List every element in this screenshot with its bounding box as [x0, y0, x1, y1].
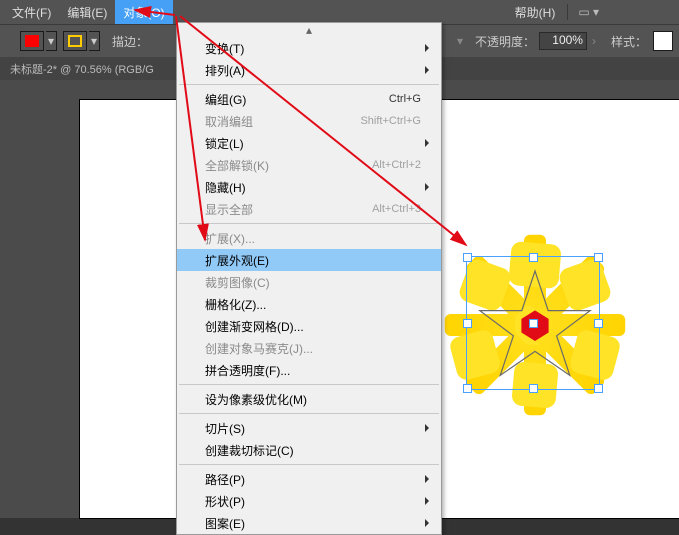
menu-item-label: 扩展外观(E)	[205, 252, 269, 269]
menu-item-label: 拼合透明度(F)...	[205, 362, 290, 379]
opacity-label: 不透明度：	[475, 33, 535, 50]
style-label: 样式：	[611, 33, 647, 50]
menu-item-label: 排列(A)	[205, 62, 245, 79]
menu-item-label: 切片(S)	[205, 420, 245, 437]
submenu-arrow-icon	[425, 497, 433, 505]
menu-item-label: 锁定(L)	[205, 135, 244, 152]
menu-item: 创建对象马赛克(J)...	[177, 337, 441, 359]
stroke-label: 描边：	[112, 33, 148, 50]
resize-handle[interactable]	[463, 384, 472, 393]
menu-item[interactable]: 变换(T)	[177, 37, 441, 59]
menu-shortcut: Shift+Ctrl+G	[360, 115, 421, 127]
menu-item[interactable]: 图案(E)	[177, 512, 441, 534]
menu-separator	[179, 464, 439, 465]
menu-item-label: 创建对象马赛克(J)...	[205, 340, 313, 357]
menu-item-label: 编组(G)	[205, 91, 246, 108]
chevron-right-icon[interactable]: ›	[589, 34, 599, 48]
resize-handle[interactable]	[529, 253, 538, 262]
menu-separator	[179, 223, 439, 224]
submenu-arrow-icon	[425, 44, 433, 52]
fill-swatch[interactable]	[20, 31, 44, 51]
menu-item[interactable]: 扩展外观(E)	[177, 249, 441, 271]
submenu-arrow-icon	[425, 139, 433, 147]
menubar: 文件(F) 编辑(E) 对象(O) 帮助(H) ▭ ▾	[0, 0, 679, 24]
menu-item-label: 扩展(X)...	[205, 230, 255, 247]
menu-item-label: 变换(T)	[205, 40, 244, 57]
menu-item[interactable]: 创建渐变网格(D)...	[177, 315, 441, 337]
menu-item: 全部解锁(K) Alt+Ctrl+2	[177, 154, 441, 176]
menu-item: 取消编组 Shift+Ctrl+G	[177, 110, 441, 132]
menu-separator	[179, 413, 439, 414]
workspace-switcher-icon[interactable]: ▭ ▾	[578, 5, 599, 19]
menu-item[interactable]: 栅格化(Z)...	[177, 293, 441, 315]
menu-edit[interactable]: 编辑(E)	[59, 0, 115, 24]
submenu-arrow-icon	[425, 66, 433, 74]
menu-item-label: 栅格化(Z)...	[205, 296, 266, 313]
object-menu-dropdown[interactable]: ▴ 变换(T) 排列(A) 编组(G) Ctrl+G 取消编组 Shift+Ctrl+G 锁定…	[176, 22, 442, 535]
submenu-arrow-icon	[425, 183, 433, 191]
menu-shortcut: Ctrl+G	[389, 93, 421, 105]
menu-separator	[179, 384, 439, 385]
menu-item[interactable]: 排列(A)	[177, 59, 441, 81]
menu-shortcut: Alt+Ctrl+2	[372, 159, 421, 171]
menu-item-label: 形状(P)	[205, 493, 245, 510]
resize-handle[interactable]	[529, 384, 538, 393]
menu-item[interactable]: 创建裁切标记(C)	[177, 439, 441, 461]
menu-separator	[179, 84, 439, 85]
menu-item[interactable]: 路径(P)	[177, 468, 441, 490]
submenu-arrow-icon	[425, 424, 433, 432]
menu-help[interactable]: 帮助(H)	[507, 0, 564, 24]
menu-object[interactable]: 对象(O)	[115, 0, 172, 24]
center-handle[interactable]	[529, 319, 538, 328]
menu-item-label: 取消编组	[205, 113, 253, 130]
selected-artwork[interactable]	[440, 230, 630, 420]
menu-shortcut: Alt+Ctrl+3	[372, 203, 421, 215]
menu-item-label: 全部解锁(K)	[205, 157, 269, 174]
chevron-down-icon[interactable]: ▾	[455, 34, 465, 48]
menu-item[interactable]: 形状(P)	[177, 490, 441, 512]
menu-scroll-up-icon[interactable]: ▴	[177, 23, 441, 37]
submenu-arrow-icon	[425, 475, 433, 483]
menu-item[interactable]: 拼合透明度(F)...	[177, 359, 441, 381]
menu-item[interactable]: 隐藏(H)	[177, 176, 441, 198]
menu-item[interactable]: 编组(G) Ctrl+G	[177, 88, 441, 110]
menubar-separator	[567, 4, 568, 20]
fill-dropdown-icon[interactable]: ▾	[46, 31, 57, 51]
menu-item-label: 设为像素级优化(M)	[205, 391, 307, 408]
menu-item[interactable]: 锁定(L)	[177, 132, 441, 154]
menu-item: 显示全部 Alt+Ctrl+3	[177, 198, 441, 220]
style-swatch[interactable]	[653, 31, 673, 51]
menu-item-label: 路径(P)	[205, 471, 245, 488]
opacity-input[interactable]: 100%	[539, 32, 587, 50]
submenu-arrow-icon	[425, 519, 433, 527]
resize-handle[interactable]	[594, 384, 603, 393]
menu-item-label: 图案(E)	[205, 515, 245, 532]
resize-handle[interactable]	[594, 253, 603, 262]
resize-handle[interactable]	[463, 319, 472, 328]
resize-handle[interactable]	[463, 253, 472, 262]
menu-item-label: 裁剪图像(C)	[205, 274, 270, 291]
menu-item-label: 显示全部	[205, 201, 253, 218]
stroke-swatch[interactable]	[63, 31, 87, 51]
resize-handle[interactable]	[594, 319, 603, 328]
selection-bounding-box[interactable]	[466, 256, 600, 390]
stroke-dropdown-icon[interactable]: ▾	[89, 31, 100, 51]
menu-item: 裁剪图像(C)	[177, 271, 441, 293]
menu-item-label: 隐藏(H)	[205, 179, 246, 196]
menu-item[interactable]: 设为像素级优化(M)	[177, 388, 441, 410]
menu-item-label: 创建渐变网格(D)...	[205, 318, 304, 335]
menu-item[interactable]: 切片(S)	[177, 417, 441, 439]
menu-file[interactable]: 文件(F)	[4, 0, 59, 24]
menu-item-label: 创建裁切标记(C)	[205, 442, 294, 459]
menu-item: 扩展(X)...	[177, 227, 441, 249]
